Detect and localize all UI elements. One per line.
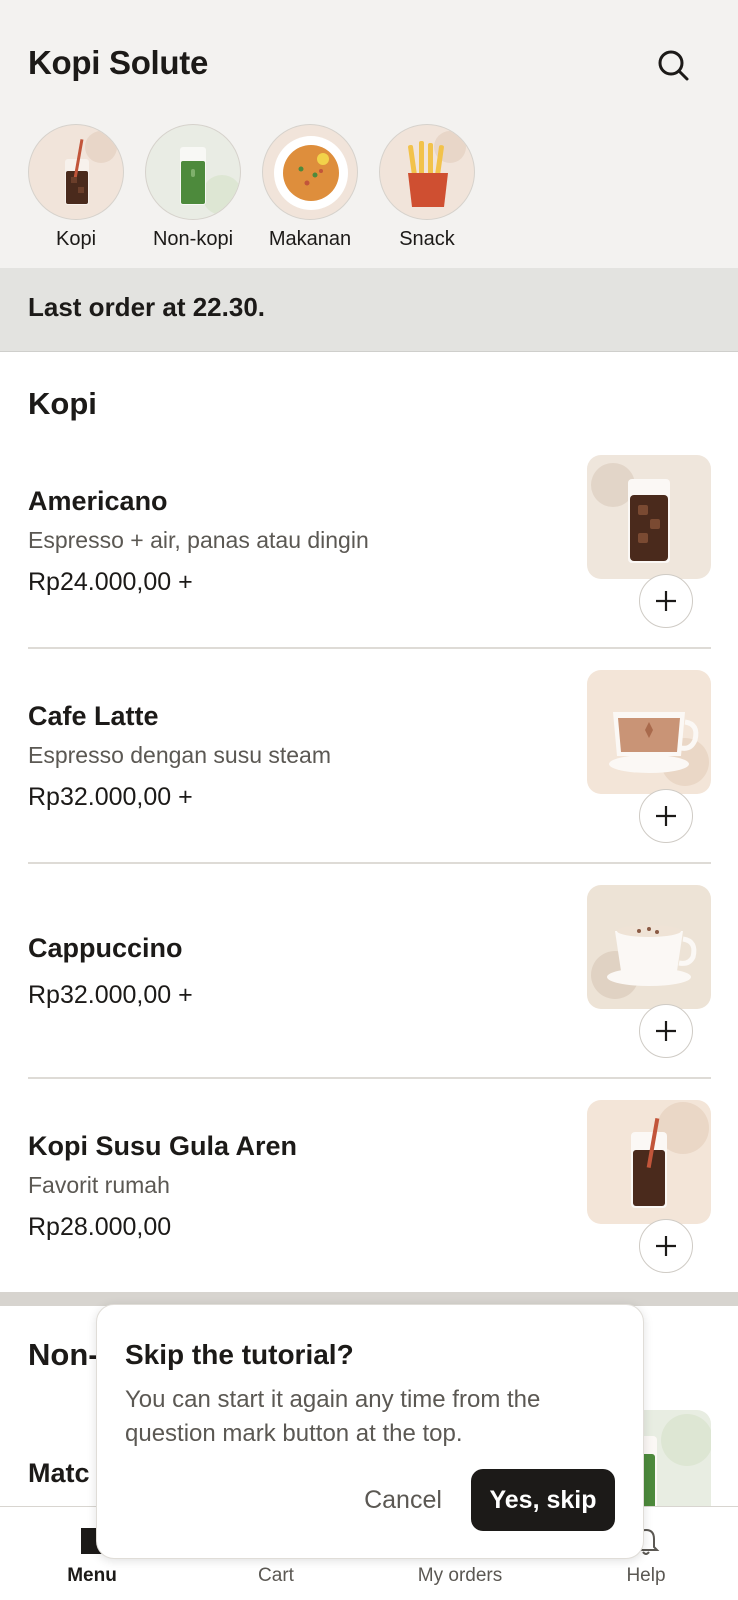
item-description: Favorit rumah xyxy=(28,1172,170,1198)
item-price: Rp24.000,00 + xyxy=(28,568,193,596)
category-non-kopi[interactable]: Non-kopi xyxy=(126,124,242,254)
category-label: Non-kopi xyxy=(152,228,234,250)
plus-icon xyxy=(656,1236,676,1256)
add-button[interactable] xyxy=(639,574,693,628)
iced-coffee-icon xyxy=(28,124,124,220)
item-description: Espresso + air, panas atau dingin xyxy=(28,527,369,553)
last-order-notice: Last order at 22.30. xyxy=(0,268,738,352)
category-snack[interactable]: Snack xyxy=(360,124,476,254)
americano-image xyxy=(587,455,711,579)
add-button[interactable] xyxy=(639,789,693,843)
tab-label: Cart xyxy=(258,1565,294,1586)
search-button[interactable] xyxy=(654,46,694,86)
notice-text: Last order at 22.30. xyxy=(28,292,265,322)
cafe-latte-image xyxy=(587,670,711,794)
kopi-susu-image xyxy=(587,1100,711,1224)
category-label: Kopi xyxy=(55,228,97,250)
category-makanan[interactable]: Makanan xyxy=(243,124,359,254)
dialog-body: You can start it again any time from the… xyxy=(125,1386,541,1447)
app-header: Kopi Solute Kopi Non-kopi Makanan Snack xyxy=(0,0,738,268)
item-name: Matc xyxy=(28,1458,90,1488)
plus-icon xyxy=(656,806,676,826)
tab-label: My orders xyxy=(417,1565,503,1586)
menu-item-americano[interactable]: Americano Espresso + air, panas atau din… xyxy=(0,455,738,670)
item-name: Kopi Susu Gula Aren xyxy=(28,1131,298,1161)
divider xyxy=(28,862,711,864)
tab-label: Menu xyxy=(67,1565,117,1586)
app-title: Kopi Solute xyxy=(28,44,209,81)
menu-item-kopi-susu-gula-aren[interactable]: Kopi Susu Gula Aren Favorit rumah Rp28.0… xyxy=(0,1100,738,1315)
fries-icon xyxy=(379,124,475,220)
item-name: Cappuccino xyxy=(28,933,183,963)
item-description: Espresso dengan susu steam xyxy=(28,742,332,768)
menu-item-cafe-latte[interactable]: Cafe Latte Espresso dengan susu steam Rp… xyxy=(0,670,738,885)
category-label: Makanan xyxy=(268,228,352,250)
section-title-kopi: Kopi xyxy=(28,386,97,421)
item-price: Rp32.000,00 + xyxy=(28,783,193,811)
menu-item-cappuccino[interactable]: Cappuccino Rp32.000,00 + xyxy=(0,885,738,1100)
divider xyxy=(28,1077,711,1079)
add-button[interactable] xyxy=(639,1004,693,1058)
green-drink-icon xyxy=(145,124,241,220)
plus-icon xyxy=(656,591,676,611)
item-price: Rp28.000,00 xyxy=(28,1213,172,1241)
item-name: Cafe Latte xyxy=(28,701,159,731)
category-list: Kopi Non-kopi Makanan Snack xyxy=(0,124,738,254)
plus-icon xyxy=(656,1021,676,1041)
section-title-non-kopi: Non- xyxy=(28,1337,99,1372)
cancel-button[interactable]: Cancel xyxy=(349,1469,457,1531)
yes-skip-button[interactable]: Yes, skip xyxy=(471,1469,615,1531)
skip-tutorial-dialog: Skip the tutorial? You can start it agai… xyxy=(96,1304,644,1559)
divider xyxy=(28,647,711,649)
item-name: Americano xyxy=(28,486,168,516)
add-button[interactable] xyxy=(639,1219,693,1273)
item-price: Rp32.000,00 + xyxy=(28,981,193,1009)
category-label: Snack xyxy=(399,228,455,250)
category-kopi[interactable]: Kopi xyxy=(9,124,125,254)
cappuccino-image xyxy=(587,885,711,1009)
search-icon xyxy=(658,50,689,81)
dialog-title: Skip the tutorial? xyxy=(125,1339,354,1370)
tab-label: Help xyxy=(626,1565,666,1586)
food-bowl-icon xyxy=(262,124,358,220)
